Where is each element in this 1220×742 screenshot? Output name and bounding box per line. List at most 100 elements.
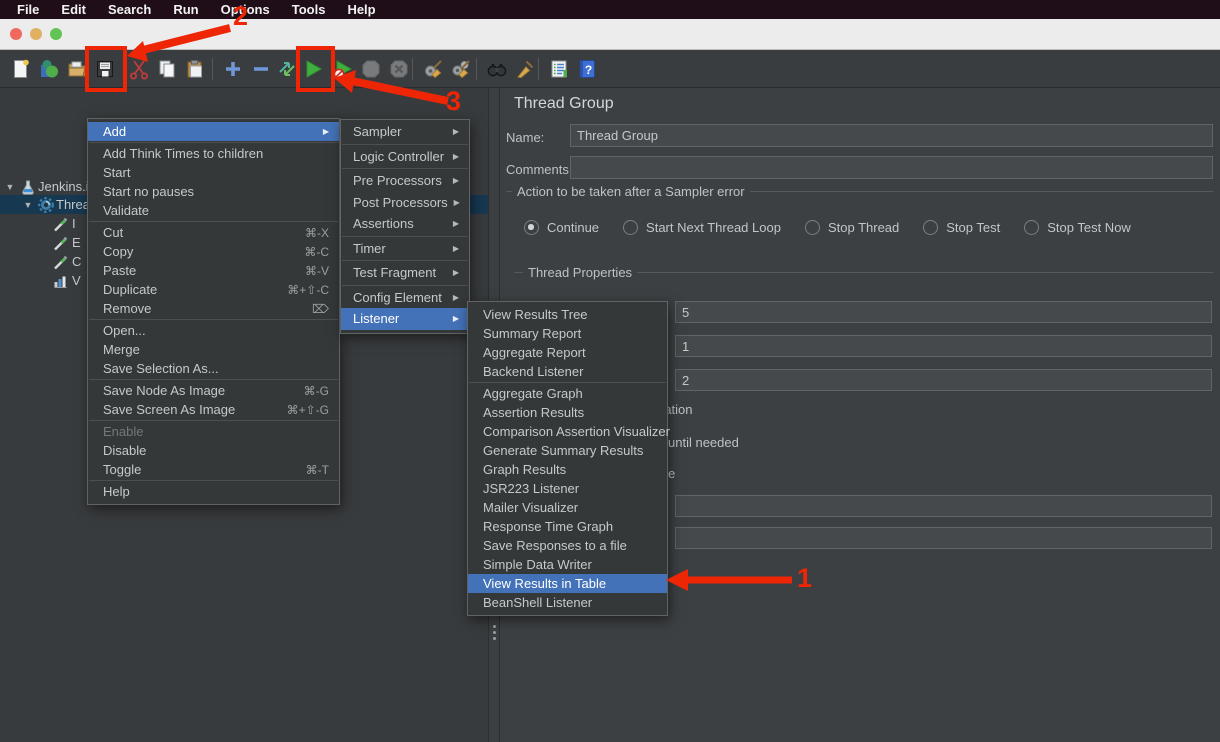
- menu-item-post-processors[interactable]: Post Processors▶: [341, 192, 469, 214]
- menu-item-jsr223-listener[interactable]: JSR223 Listener: [468, 479, 667, 498]
- tree-expander-icon[interactable]: ▼: [22, 200, 34, 210]
- radio-continue[interactable]: Continue: [524, 220, 599, 235]
- help-button[interactable]: ?: [574, 56, 600, 82]
- menu-item-add[interactable]: Add▶: [88, 122, 339, 141]
- menu-item-listener[interactable]: Listener▶: [341, 308, 469, 330]
- radio-dot-icon[interactable]: [623, 220, 638, 235]
- menu-item-start[interactable]: Start: [88, 163, 339, 182]
- menu-item-aggregate-graph[interactable]: Aggregate Graph: [468, 384, 667, 403]
- start-button[interactable]: [300, 56, 326, 82]
- menu-item-save-node-as-image[interactable]: Save Node As Image⌘-G: [88, 381, 339, 400]
- menu-item-save-responses-to-a-file[interactable]: Save Responses to a file: [468, 536, 667, 555]
- radio-stop-test-now[interactable]: Stop Test Now: [1024, 220, 1131, 235]
- menu-item-start-no-pauses[interactable]: Start no pauses: [88, 182, 339, 201]
- paste-button[interactable]: [182, 56, 208, 82]
- open-button[interactable]: [64, 56, 90, 82]
- menu-item-config-element[interactable]: Config Element▶: [341, 287, 469, 309]
- menubar-item-search[interactable]: Search: [97, 0, 162, 19]
- radio-stop-test[interactable]: Stop Test: [923, 220, 1000, 235]
- menu-item-assertions[interactable]: Assertions▶: [341, 213, 469, 235]
- menu-item-save-selection-as[interactable]: Save Selection As...: [88, 359, 339, 378]
- cut-button[interactable]: [126, 56, 152, 82]
- menu-item-mailer-visualizer[interactable]: Mailer Visualizer: [468, 498, 667, 517]
- new-test-plan-button[interactable]: [8, 56, 34, 82]
- save-button[interactable]: [92, 56, 118, 82]
- menubar-item-run[interactable]: Run: [162, 0, 209, 19]
- radio-dot-icon[interactable]: [805, 220, 820, 235]
- menu-item-sampler[interactable]: Sampler▶: [341, 121, 469, 143]
- menu-item-test-fragment[interactable]: Test Fragment▶: [341, 262, 469, 284]
- menu-item-open[interactable]: Open...: [88, 321, 339, 340]
- thread-property-field-1[interactable]: [675, 301, 1212, 323]
- menu-item-response-time-graph[interactable]: Response Time Graph: [468, 517, 667, 536]
- shutdown-button: [386, 56, 412, 82]
- start-no-pauses-button[interactable]: [330, 56, 356, 82]
- menu-item-remove[interactable]: Remove⌦: [88, 299, 339, 318]
- menubar-item-tools[interactable]: Tools: [281, 0, 337, 19]
- thread-property-field-2[interactable]: [675, 335, 1212, 357]
- menu-item-label: View Results in Table: [483, 576, 606, 591]
- radio-dot-icon[interactable]: [524, 220, 539, 235]
- clear-all-button[interactable]: [448, 56, 474, 82]
- radio-stop-thread[interactable]: Stop Thread: [805, 220, 899, 235]
- menu-item-generate-summary-results[interactable]: Generate Summary Results: [468, 441, 667, 460]
- menu-item-assertion-results[interactable]: Assertion Results: [468, 403, 667, 422]
- zoom-window-button[interactable]: [50, 28, 62, 40]
- menu-separator: [89, 420, 338, 421]
- menu-item-disable[interactable]: Disable: [88, 441, 339, 460]
- function-helper-button[interactable]: [546, 56, 572, 82]
- thread-property-field-3[interactable]: [675, 369, 1212, 391]
- start-no-pauses-icon: [332, 58, 354, 80]
- menu-item-copy[interactable]: Copy⌘-C: [88, 242, 339, 261]
- menubar-item-help[interactable]: Help: [336, 0, 386, 19]
- menu-item-logic-controller[interactable]: Logic Controller▶: [341, 146, 469, 168]
- tree-expander-icon[interactable]: ▼: [4, 182, 16, 192]
- menu-item-toggle[interactable]: Toggle⌘-T: [88, 460, 339, 479]
- thread-property-field-5[interactable]: [675, 527, 1212, 549]
- radio-dot-icon[interactable]: [923, 220, 938, 235]
- toolbar-separator: [212, 58, 213, 80]
- menu-separator: [89, 319, 338, 320]
- shutdown-icon: [388, 58, 410, 80]
- radio-dot-icon[interactable]: [1024, 220, 1039, 235]
- menu-item-beanshell-listener[interactable]: BeanShell Listener: [468, 593, 667, 612]
- reset-search-button[interactable]: [512, 56, 538, 82]
- menu-item-backend-listener[interactable]: Backend Listener: [468, 362, 667, 381]
- toggle-elements-icon: [276, 58, 298, 80]
- menu-item-cut[interactable]: Cut⌘-X: [88, 223, 339, 242]
- menu-item-view-results-in-table[interactable]: View Results in Table: [468, 574, 667, 593]
- menu-item-timer[interactable]: Timer▶: [341, 238, 469, 260]
- close-window-button[interactable]: [10, 28, 22, 40]
- menu-item-comparison-assertion-visualizer[interactable]: Comparison Assertion Visualizer: [468, 422, 667, 441]
- menubar-item-options[interactable]: Options: [210, 0, 281, 19]
- menu-item-paste[interactable]: Paste⌘-V: [88, 261, 339, 280]
- menu-item-save-screen-as-image[interactable]: Save Screen As Image⌘+⇧-G: [88, 400, 339, 419]
- menu-item-validate[interactable]: Validate: [88, 201, 339, 220]
- add-element-button[interactable]: [220, 56, 246, 82]
- menu-item-graph-results[interactable]: Graph Results: [468, 460, 667, 479]
- menu-item-simple-data-writer[interactable]: Simple Data Writer: [468, 555, 667, 574]
- search-button[interactable]: [484, 56, 510, 82]
- menu-item-duplicate[interactable]: Duplicate⌘+⇧-C: [88, 280, 339, 299]
- menu-item-label: Comparison Assertion Visualizer: [483, 424, 670, 439]
- menu-item-aggregate-report[interactable]: Aggregate Report: [468, 343, 667, 362]
- name-input[interactable]: [570, 124, 1213, 147]
- menu-item-summary-report[interactable]: Summary Report: [468, 324, 667, 343]
- menu-item-add-think-times-to-children[interactable]: Add Think Times to children: [88, 144, 339, 163]
- minimize-window-button[interactable]: [30, 28, 42, 40]
- templates-button[interactable]: [36, 56, 62, 82]
- thread-property-field-4[interactable]: [675, 495, 1212, 517]
- copy-button[interactable]: [154, 56, 180, 82]
- menubar-item-edit[interactable]: Edit: [50, 0, 97, 19]
- menu-item-label: Remove: [103, 301, 151, 316]
- toggle-elements-button[interactable]: [274, 56, 300, 82]
- menu-item-pre-processors[interactable]: Pre Processors▶: [341, 170, 469, 192]
- menubar-item-file[interactable]: File: [6, 0, 50, 19]
- remove-element-button[interactable]: [248, 56, 274, 82]
- menu-item-view-results-tree[interactable]: View Results Tree: [468, 305, 667, 324]
- radio-start-next-thread-loop[interactable]: Start Next Thread Loop: [623, 220, 781, 235]
- comments-input[interactable]: [570, 156, 1213, 179]
- menu-item-merge[interactable]: Merge: [88, 340, 339, 359]
- menu-item-help[interactable]: Help: [88, 482, 339, 501]
- clear-button[interactable]: [420, 56, 446, 82]
